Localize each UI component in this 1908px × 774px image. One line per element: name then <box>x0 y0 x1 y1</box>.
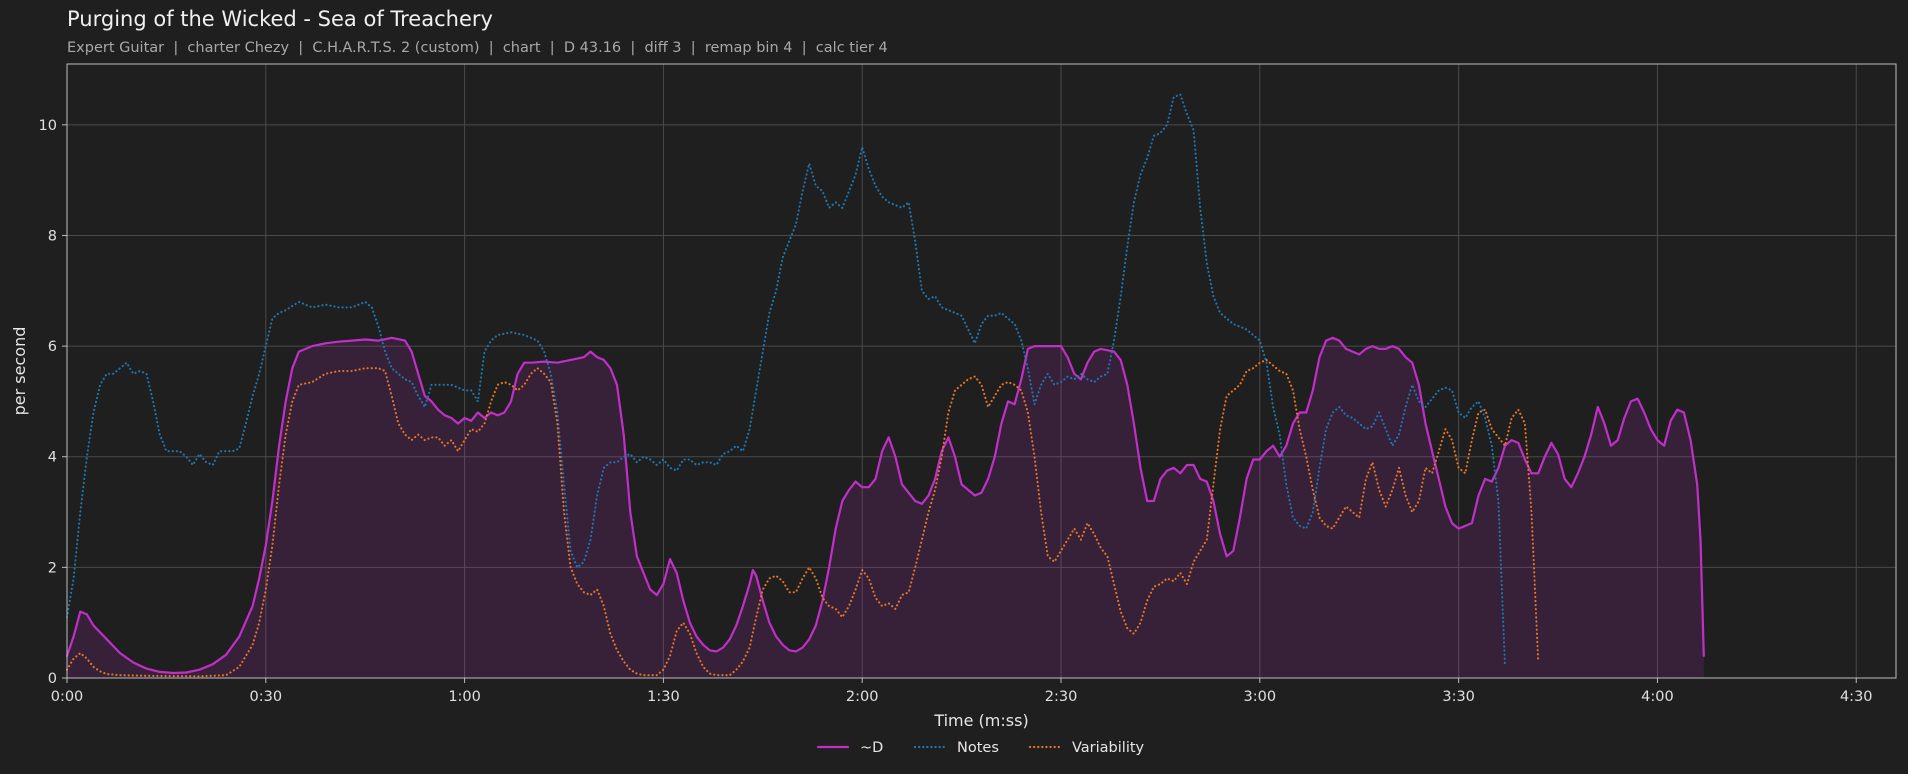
x-tick-label: 2:00 <box>846 689 879 705</box>
legend-label: Notes <box>957 740 999 756</box>
y-axis-label: per second <box>10 327 29 416</box>
legend-item: ~D <box>816 740 883 756</box>
x-axis-label: Time (m:ss) <box>933 711 1028 730</box>
y-tick-label: 6 <box>48 339 57 355</box>
legend-item: Variability <box>1028 740 1145 756</box>
x-tick-label: 1:30 <box>647 689 680 705</box>
x-tick-label: 3:00 <box>1244 689 1277 705</box>
x-tick-label: 1:00 <box>448 689 481 705</box>
y-tick-label: 8 <box>48 228 57 244</box>
y-tick-label: 2 <box>48 560 57 576</box>
x-tick-label: 4:00 <box>1641 689 1674 705</box>
y-tick-label: 4 <box>48 450 57 466</box>
chart: 0:00 0:30 1:00 1:30 2:00 2:30 3:00 3:30 4:00 4:30… <box>10 63 1897 756</box>
x-tick-label: 0:00 <box>51 689 84 705</box>
legend-item: Notes <box>913 740 999 756</box>
y-tick-label: 10 <box>39 118 57 134</box>
legend: ~D Notes Variability <box>816 740 1145 756</box>
legend-label: ~D <box>860 740 883 756</box>
legend-label: Variability <box>1072 740 1145 756</box>
x-tick-label: 4:30 <box>1840 689 1873 705</box>
x-tick-label: 2:30 <box>1045 689 1078 705</box>
x-tick-label: 3:30 <box>1442 689 1475 705</box>
y-tick-label: 0 <box>48 671 57 687</box>
x-tick-label: 0:30 <box>250 689 283 705</box>
